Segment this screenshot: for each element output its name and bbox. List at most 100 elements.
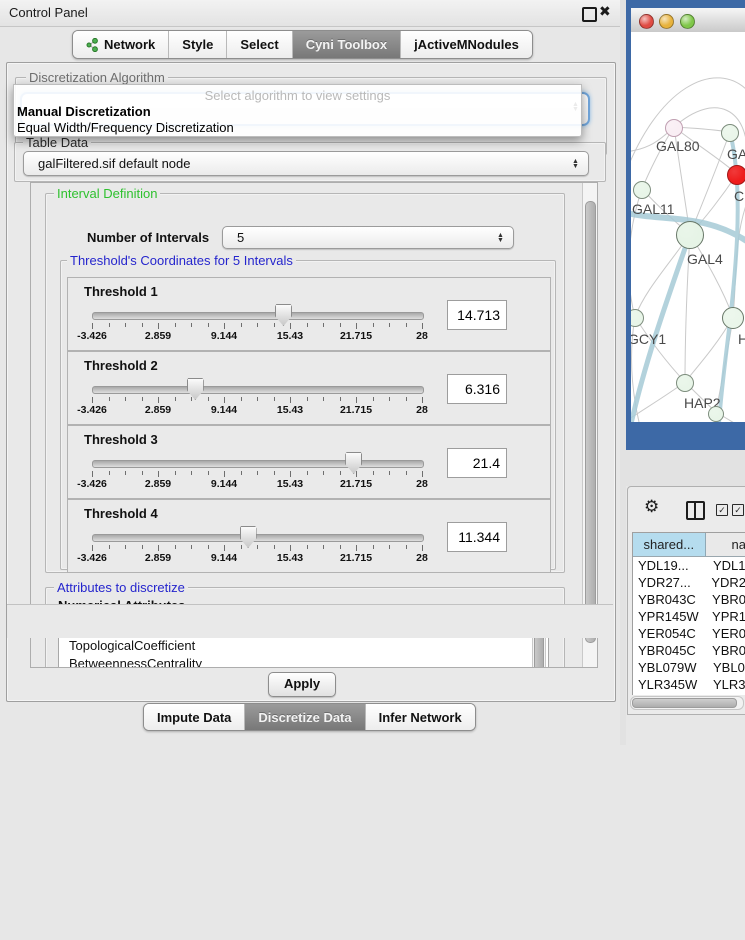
table-data-combo[interactable]: galFiltered.sif default node ▲▼ xyxy=(23,151,589,176)
attribute-item-betweennesscentrality[interactable]: BetweennessCentrality xyxy=(59,655,548,668)
major-tick xyxy=(158,545,159,551)
column-layout-icon[interactable] xyxy=(686,501,705,520)
table-row[interactable]: YBL079WYBL0 xyxy=(633,659,745,676)
cell-name[interactable]: YDR2 xyxy=(709,574,745,591)
tab-jactivemnodules[interactable]: jActiveMNodules xyxy=(401,31,532,58)
table-row[interactable]: YPR145WYPR1 xyxy=(633,608,745,625)
cell-shared-name[interactable]: YER054C xyxy=(633,625,710,642)
network-canvas[interactable]: GAL80GACGAL11GAL4GCY1HHAP2 xyxy=(631,32,745,422)
checkbox-icon[interactable]: ✓ xyxy=(732,504,744,516)
popup-option-manual-discretization[interactable]: Manual Discretization xyxy=(17,104,151,119)
attribute-item-topologicalcoefficient[interactable]: TopologicalCoefficient xyxy=(59,637,548,655)
tick-label: 2.859 xyxy=(126,404,190,416)
network-node-gal80[interactable] xyxy=(665,119,683,137)
minor-tick xyxy=(373,471,374,475)
minor-tick xyxy=(241,545,242,549)
network-node-gal4[interactable] xyxy=(676,221,704,249)
minor-tick xyxy=(257,545,258,549)
apply-button[interactable]: Apply xyxy=(268,672,336,697)
cell-name[interactable]: YER0 xyxy=(710,625,745,642)
popup-option-equal-width[interactable]: Equal Width/Frequency Discretization xyxy=(17,120,234,135)
table-row[interactable]: YDR27...YDR2 xyxy=(633,574,745,591)
cell-name[interactable]: YBL0 xyxy=(711,659,745,676)
checkbox-icon[interactable]: ✓ xyxy=(716,504,728,516)
cell-shared-name[interactable]: YBR045C xyxy=(633,642,710,659)
tab-label: Discretize Data xyxy=(258,710,351,725)
cell-shared-name[interactable]: YIL052C xyxy=(633,693,711,695)
threshold-value-field[interactable]: 14.713 xyxy=(447,300,507,330)
minor-tick xyxy=(109,323,110,327)
tick-label: 21.715 xyxy=(324,552,388,564)
network-node-c[interactable] xyxy=(727,165,745,185)
table-row[interactable]: YER054CYER0 xyxy=(633,625,745,642)
table-row[interactable]: YBR045CYBR0 xyxy=(633,642,745,659)
cell-name[interactable]: YIL0 xyxy=(711,693,745,695)
minor-tick xyxy=(125,397,126,401)
cell-name[interactable]: YPR1 xyxy=(710,608,745,625)
tick-label: 9.144 xyxy=(192,552,256,564)
column-header-name[interactable]: na xyxy=(706,533,745,556)
tab-discretize-data[interactable]: Discretize Data xyxy=(245,704,365,730)
minor-tick xyxy=(257,397,258,401)
cell-shared-name[interactable]: YBR043C xyxy=(633,591,710,608)
threshold-slider-thumb[interactable] xyxy=(240,526,257,548)
tab-cyni-toolbox[interactable]: Cyni Toolbox xyxy=(293,31,401,58)
tab-infer-network[interactable]: Infer Network xyxy=(366,704,475,730)
cell-shared-name[interactable]: YPR145W xyxy=(633,608,710,625)
threshold-label: Threshold 1 xyxy=(84,284,158,299)
cell-shared-name[interactable]: YDR27... xyxy=(633,574,709,591)
tab-select[interactable]: Select xyxy=(227,31,292,58)
network-node-h[interactable] xyxy=(722,307,744,329)
cell-name[interactable]: YBR0 xyxy=(710,642,745,659)
settings-scrollbar-thumb[interactable] xyxy=(585,201,596,643)
minimize-traffic-light-icon[interactable] xyxy=(659,14,674,29)
cell-name[interactable]: YDL1 xyxy=(711,557,745,574)
network-node[interactable] xyxy=(708,406,724,422)
threshold-slider-track[interactable] xyxy=(92,460,424,468)
close-icon[interactable]: ✖ xyxy=(599,3,611,20)
popup-placeholder-item[interactable]: Select algorithm to view settings xyxy=(14,88,581,103)
minor-tick xyxy=(241,397,242,401)
major-tick xyxy=(422,323,423,329)
settings-scrollbar[interactable] xyxy=(582,183,597,667)
threshold-value-field[interactable]: 21.4 xyxy=(447,448,507,478)
threshold-slider-thumb[interactable] xyxy=(345,452,362,474)
threshold-value-field[interactable]: 11.344 xyxy=(447,522,507,552)
minor-tick xyxy=(373,397,374,401)
minor-tick xyxy=(191,471,192,475)
tick-label: 2.859 xyxy=(126,552,190,564)
tab-style[interactable]: Style xyxy=(169,31,227,58)
cell-shared-name[interactable]: YBL079W xyxy=(633,659,711,676)
node-attribute-table[interactable]: shared... na YDL19...YDL1YDR27...YDR2YBR… xyxy=(632,532,745,695)
zoom-traffic-light-icon[interactable] xyxy=(680,14,695,29)
threshold-slider-track[interactable] xyxy=(92,312,424,320)
major-tick xyxy=(422,471,423,477)
threshold-slider-track[interactable] xyxy=(92,386,424,394)
network-node-hap2[interactable] xyxy=(676,374,694,392)
threshold-slider-track[interactable] xyxy=(92,534,424,542)
number-of-intervals-spinner[interactable]: 5 ▲▼ xyxy=(222,226,514,249)
threshold-value-field[interactable]: 6.316 xyxy=(447,374,507,404)
cell-name[interactable]: YLR3 xyxy=(711,676,745,693)
minor-tick xyxy=(208,471,209,475)
tab-network[interactable]: Network xyxy=(73,31,169,58)
network-node-ga[interactable] xyxy=(721,124,739,142)
table-row[interactable]: YLR345WYLR3 xyxy=(633,676,745,693)
cell-shared-name[interactable]: YLR345W xyxy=(633,676,711,693)
table-row[interactable]: YDL19...YDL1 xyxy=(633,557,745,574)
float-window-icon[interactable] xyxy=(582,7,597,22)
threshold-slider-thumb[interactable] xyxy=(187,378,204,400)
table-row[interactable]: YIL052CYIL0 xyxy=(633,693,745,695)
network-window-titlebar[interactable] xyxy=(631,8,745,33)
table-row[interactable]: YBR043CYBR0 xyxy=(633,591,745,608)
tab-impute-data[interactable]: Impute Data xyxy=(144,704,245,730)
close-traffic-light-icon[interactable] xyxy=(639,14,654,29)
table-scrollbar-thumb[interactable] xyxy=(632,698,737,708)
gear-icon[interactable]: ⚙ xyxy=(644,497,659,517)
column-header-shared-name[interactable]: shared... xyxy=(633,533,706,556)
network-node-gal11[interactable] xyxy=(633,181,651,199)
threshold-panel-2: Threshold 2-3.4262.8599.14415.4321.71528… xyxy=(67,351,551,425)
cell-shared-name[interactable]: YDL19... xyxy=(633,557,711,574)
threshold-label: Threshold 3 xyxy=(84,432,158,447)
cell-name[interactable]: YBR0 xyxy=(710,591,745,608)
